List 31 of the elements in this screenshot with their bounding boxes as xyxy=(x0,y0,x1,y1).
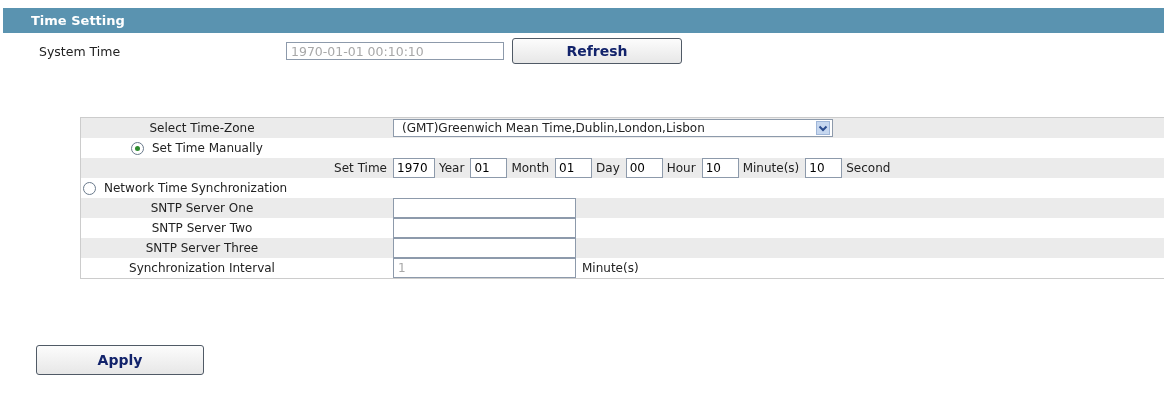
unit-label: Day xyxy=(596,161,620,175)
radio-button[interactable] xyxy=(131,141,144,155)
server-input[interactable] xyxy=(393,198,576,218)
field-label: SNTP Server One xyxy=(150,201,254,215)
time-input[interactable]: 01 xyxy=(555,158,593,178)
time-input[interactable]: 01 xyxy=(470,158,508,178)
radio-label: Network Time Synchronization xyxy=(104,181,288,195)
time-zone-select[interactable]: (GMT)Greenwich Mean Time,Dublin,London,Lisbon xyxy=(393,119,833,137)
server-input[interactable] xyxy=(393,218,576,238)
field-label: SNTP Server Two xyxy=(151,221,253,235)
field-label: Select Time-Zone xyxy=(149,121,255,135)
field-label: Synchronization Interval xyxy=(129,261,275,275)
field-label: Set Time xyxy=(334,161,387,175)
time-input[interactable]: 10 xyxy=(701,158,739,178)
unit-label: Month xyxy=(511,161,550,175)
time-input[interactable]: 10 xyxy=(805,158,843,178)
unit-label: Second xyxy=(846,161,891,175)
radio-button[interactable] xyxy=(83,181,96,195)
server-input[interactable] xyxy=(393,238,576,258)
unit-label: Minute(s) xyxy=(582,261,639,275)
section-title: Time Setting xyxy=(31,13,125,28)
time-input[interactable]: 00 xyxy=(625,158,663,178)
field-label: System Time xyxy=(38,43,122,59)
field-label: SNTP Server Three xyxy=(145,241,259,255)
apply-button[interactable]: Apply xyxy=(36,345,204,375)
unit-label: Hour xyxy=(666,161,696,175)
time-input[interactable]: 1970 xyxy=(393,158,435,178)
unit-label: Minute(s) xyxy=(742,161,800,175)
unit-label: Year xyxy=(439,161,465,175)
radio-label: Set Time Manually xyxy=(152,141,263,155)
caret-icon xyxy=(816,121,830,135)
